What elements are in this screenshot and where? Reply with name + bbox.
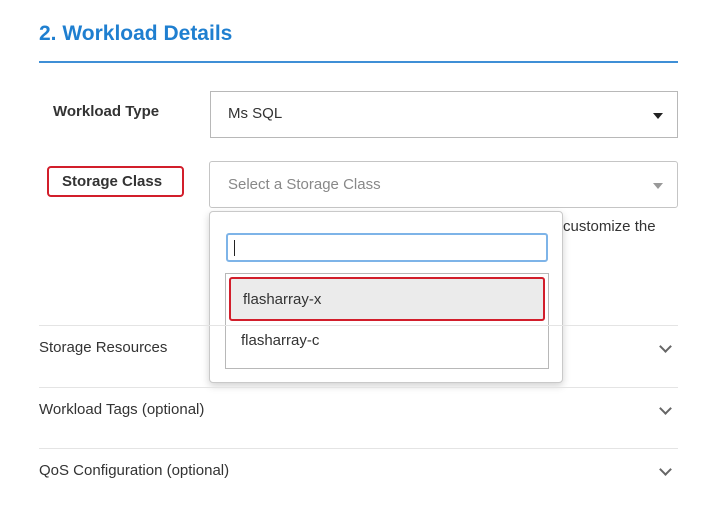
storage-class-select[interactable]: Select a Storage Class xyxy=(209,161,678,208)
chevron-down-icon xyxy=(659,463,672,476)
accordion-label: Storage Resources xyxy=(39,339,168,356)
option-label: flasharray-x xyxy=(243,291,322,308)
text-cursor xyxy=(234,240,235,256)
option-flasharray-x[interactable]: flasharray-x xyxy=(229,277,545,321)
section-divider xyxy=(39,61,678,63)
workload-type-label: Workload Type xyxy=(53,103,160,120)
help-text: customize the xyxy=(563,218,656,235)
accordion-label: Workload Tags (optional) xyxy=(39,401,205,418)
caret-down-icon xyxy=(653,113,663,119)
chevron-down-icon xyxy=(659,340,672,353)
accordion-qos-configuration[interactable]: QoS Configuration (optional) xyxy=(39,448,678,508)
caret-down-icon xyxy=(653,183,663,189)
accordion-label: QoS Configuration (optional) xyxy=(39,462,230,479)
storage-class-label: Storage Class xyxy=(62,173,163,190)
section-title: 2. Workload Details xyxy=(39,22,233,45)
storage-class-placeholder: Select a Storage Class xyxy=(228,176,381,193)
workload-type-value: Ms SQL xyxy=(228,105,283,122)
accordion-workload-tags[interactable]: Workload Tags (optional) xyxy=(39,387,678,447)
workload-type-select[interactable]: Ms SQL xyxy=(210,91,678,138)
storage-class-search-input[interactable] xyxy=(226,233,548,262)
accordion-storage-resources[interactable]: Storage Resources xyxy=(39,325,678,385)
chevron-down-icon xyxy=(659,402,672,415)
